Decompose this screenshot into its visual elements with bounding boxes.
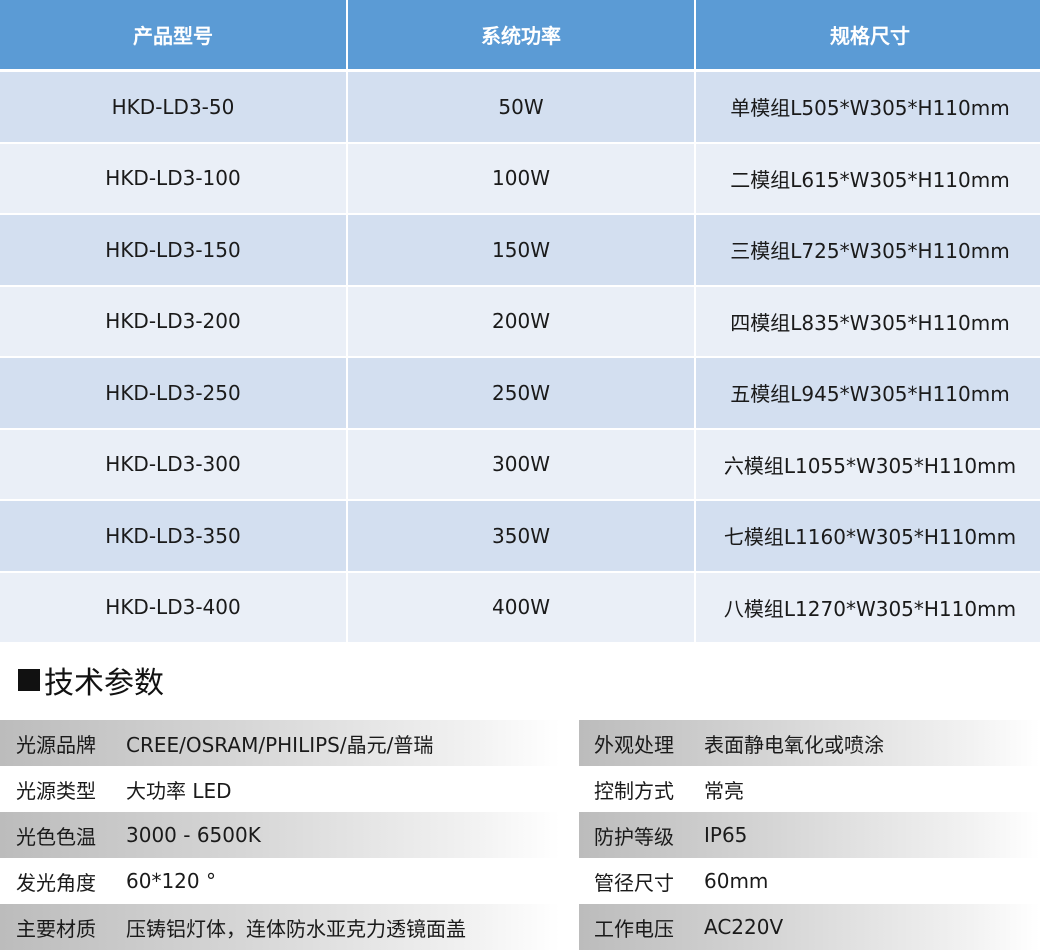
cell-model: HKD-LD3-300: [0, 429, 346, 501]
spec-row: 管径尺寸 60mm: [579, 858, 1040, 904]
cell-power: 400W: [348, 572, 694, 644]
spec-label: 控制方式: [594, 778, 674, 803]
spec-label: 发光角度: [16, 870, 96, 895]
cell-model: HKD-LD3-150: [0, 215, 346, 287]
spec-value: IP65: [704, 823, 748, 847]
spec-label: 工作电压: [594, 916, 674, 941]
cell-power: 250W: [348, 358, 694, 430]
model-table: 产品型号 系统功率 规格尺寸 HKD-LD3-50 50W 单模组L505*W3…: [0, 0, 1040, 644]
cell-size: 三模组L725*W305*H110mm: [696, 215, 1040, 287]
spec-value: 大功率 LED: [126, 778, 232, 803]
cell-power: 200W: [348, 286, 694, 358]
cell-model: HKD-LD3-50: [0, 72, 346, 144]
spec-row: 控制方式 常亮: [579, 766, 1040, 812]
cell-power: 100W: [348, 143, 694, 215]
spec-label: 主要材质: [16, 916, 96, 941]
cell-size: 八模组L1270*W305*H110mm: [696, 572, 1040, 644]
cell-size: 七模组L1160*W305*H110mm: [696, 501, 1040, 573]
spec-value: CREE/OSRAM/PHILIPS/晶元/普瑞: [126, 732, 434, 757]
spec-value: 表面静电氧化或喷涂: [704, 732, 884, 757]
spec-row: 防护等级 IP65: [579, 812, 1040, 858]
cell-model: HKD-LD3-250: [0, 358, 346, 430]
spec-label: 外观处理: [594, 732, 674, 757]
spec-value: AC220V: [704, 915, 784, 939]
spec-row: 发光角度 60*120 °: [0, 858, 560, 904]
spec-value: 60*120 °: [126, 869, 216, 893]
cell-power: 300W: [348, 429, 694, 501]
header-model: 产品型号: [0, 0, 346, 72]
cell-size: 四模组L835*W305*H110mm: [696, 286, 1040, 358]
spec-row: 主要材质 压铸铝灯体，连体防水亚克力透镜面盖: [0, 904, 560, 950]
spec-value: 3000 - 6500K: [126, 823, 261, 847]
section-title: 技术参数: [44, 666, 164, 701]
cell-size: 单模组L505*W305*H110mm: [696, 72, 1040, 144]
cell-model: HKD-LD3-100: [0, 143, 346, 215]
cell-size: 五模组L945*W305*H110mm: [696, 358, 1040, 430]
spec-label: 光色色温: [16, 824, 96, 849]
spec-list-right: 外观处理 表面静电氧化或喷涂 控制方式 常亮 防护等级 IP65 管径尺寸 60…: [579, 720, 1040, 951]
spec-row: 外观处理 表面静电氧化或喷涂: [579, 720, 1040, 766]
spec-value: 常亮: [704, 778, 744, 803]
square-bullet-icon: [18, 669, 40, 691]
spec-value: 压铸铝灯体，连体防水亚克力透镜面盖: [126, 916, 466, 941]
spec-list-left: 光源品牌 CREE/OSRAM/PHILIPS/晶元/普瑞 光源类型 大功率 L…: [0, 720, 560, 951]
cell-power: 50W: [348, 72, 694, 144]
cell-model: HKD-LD3-400: [0, 572, 346, 644]
cell-size: 二模组L615*W305*H110mm: [696, 143, 1040, 215]
spec-label: 光源品牌: [16, 732, 96, 757]
cell-model: HKD-LD3-200: [0, 286, 346, 358]
cell-power: 350W: [348, 501, 694, 573]
spec-row: 光源类型 大功率 LED: [0, 766, 560, 812]
cell-model: HKD-LD3-350: [0, 501, 346, 573]
spec-value: 60mm: [704, 869, 769, 893]
header-size: 规格尺寸: [696, 0, 1040, 72]
spec-row: 光色色温 3000 - 6500K: [0, 812, 560, 858]
spec-label: 管径尺寸: [594, 870, 674, 895]
section-heading: 技术参数: [18, 660, 164, 701]
cell-size: 六模组L1055*W305*H110mm: [696, 429, 1040, 501]
spec-label: 防护等级: [594, 824, 674, 849]
spec-row: 光源品牌 CREE/OSRAM/PHILIPS/晶元/普瑞: [0, 720, 560, 766]
cell-power: 150W: [348, 215, 694, 287]
spec-row: 工作电压 AC220V: [579, 904, 1040, 950]
header-power: 系统功率: [348, 0, 694, 72]
spec-label: 光源类型: [16, 778, 96, 803]
